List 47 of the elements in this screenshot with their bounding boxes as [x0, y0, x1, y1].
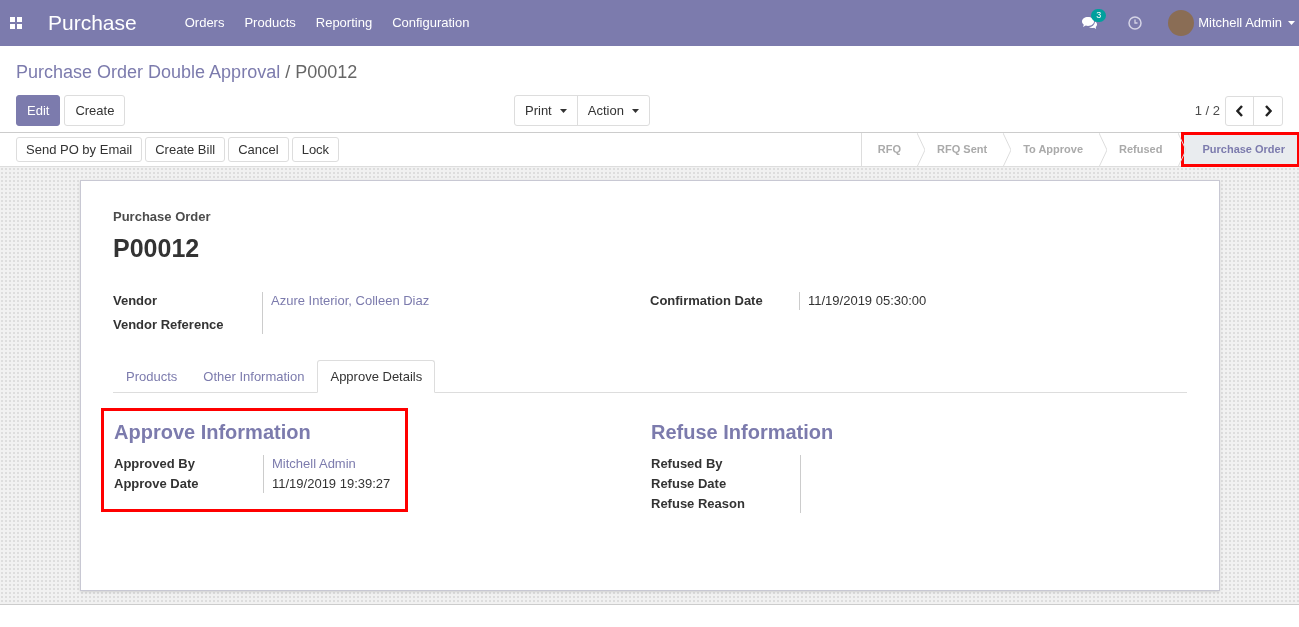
form-tab[interactable]: Other Information — [190, 360, 318, 393]
message-count-badge: 3 — [1091, 9, 1107, 22]
document-type-label: Purchase Order — [113, 208, 212, 226]
group-heading: Refuse Information — [651, 420, 834, 445]
field-label: Refused By — [651, 455, 724, 473]
chat-icon[interactable] — [1081, 16, 1099, 30]
breadcrumb-separator: / — [285, 62, 291, 82]
header-button[interactable]: Create Bill — [145, 137, 226, 162]
field-label: Vendor Reference — [113, 316, 225, 334]
caret-icon — [559, 108, 567, 113]
chevron-right-icon — [1264, 104, 1272, 117]
status-stage[interactable]: Purchase Order — [1182, 133, 1299, 166]
dropdown-button[interactable]: Action — [576, 96, 649, 125]
app-title: Purchase — [48, 10, 137, 37]
caret-icon[interactable] — [1288, 21, 1295, 25]
form-tab[interactable]: Products — [113, 360, 191, 393]
clock-icon[interactable] — [1128, 16, 1143, 30]
menu-item[interactable]: Reporting — [315, 13, 373, 33]
field-link[interactable]: Mitchell Admin — [272, 455, 391, 473]
apps-grid-icon[interactable] — [10, 17, 22, 29]
document-number: P00012 — [113, 232, 201, 264]
group-heading: Approve Information — [114, 420, 312, 445]
header-button[interactable]: Send PO by Email — [16, 137, 143, 162]
chevron-left-icon — [1235, 104, 1244, 117]
pager-counter: 1 / 2 — [1194, 101, 1220, 120]
dropdown-button[interactable]: Print — [515, 96, 577, 125]
menu-item[interactable]: Orders — [184, 13, 225, 33]
edit-button[interactable]: Edit — [16, 95, 61, 126]
field-value: 11/19/2019 05:30:00 — [808, 292, 927, 310]
header-button[interactable]: Lock — [291, 137, 340, 162]
form-tab[interactable]: Approve Details — [317, 360, 436, 393]
user-menu[interactable]: Mitchell Admin — [1198, 13, 1282, 33]
field-label: Refuse Reason — [651, 495, 746, 513]
field-value: 11/19/2019 19:39:27 — [272, 475, 391, 493]
field-label: Confirmation Date — [650, 292, 764, 310]
field-label: Approve Date — [114, 475, 200, 493]
field-label: Refuse Date — [651, 475, 728, 493]
field-label: Approved By — [114, 455, 196, 473]
header-button[interactable]: Cancel — [228, 137, 289, 162]
field-link[interactable]: Azure Interior, Colleen Diaz — [271, 292, 430, 310]
breadcrumb-link[interactable]: Purchase Order Double Approval — [16, 62, 281, 82]
field-label: Vendor — [113, 292, 159, 310]
menu-item[interactable]: Configuration — [392, 13, 470, 33]
create-button[interactable]: Create — [64, 95, 126, 126]
breadcrumb-current: P00012 — [295, 62, 358, 82]
menu-item[interactable]: Products — [244, 13, 296, 33]
caret-icon — [631, 108, 639, 113]
